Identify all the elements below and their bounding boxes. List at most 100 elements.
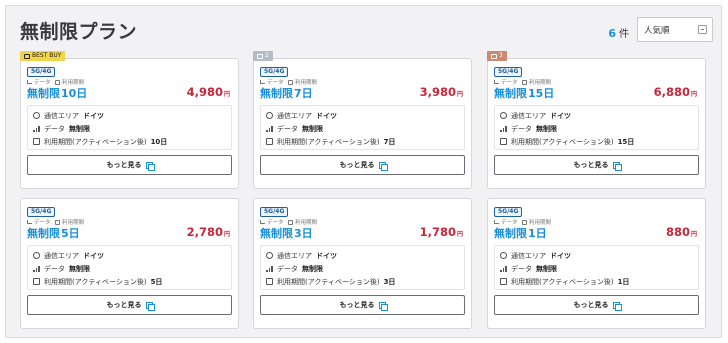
data-row-label: データ bbox=[511, 124, 532, 133]
signal-icon bbox=[33, 125, 40, 132]
data-row-value: 無制限 bbox=[302, 124, 323, 133]
calendar-icon bbox=[266, 138, 273, 145]
data-row: データ 無制限 bbox=[500, 122, 693, 135]
area-row: 通信エリア ドイツ bbox=[500, 109, 693, 122]
area-label: 通信エリア bbox=[277, 251, 312, 260]
copy-icon bbox=[378, 301, 388, 311]
data-icon bbox=[260, 220, 265, 224]
calendar-icon bbox=[522, 219, 527, 225]
plan-card[interactable]: 2 5G/4G データ 利用期間 無制限 7日 3,980円 通信エリア ドイツ … bbox=[253, 51, 472, 189]
rank-badge: BEST BUY bbox=[20, 51, 66, 61]
data-icon bbox=[27, 220, 32, 224]
more-button-label: もっと見る bbox=[573, 161, 609, 169]
plan-card[interactable]: BEST BUY 5G/4G データ 利用期間 無制限 10日 4,980円 通… bbox=[20, 51, 239, 189]
period-row-value: 10日 bbox=[150, 137, 168, 146]
data-row: データ 無制限 bbox=[500, 262, 693, 275]
network-badge: 5G/4G bbox=[27, 67, 56, 77]
plan-card[interactable]: 5G/4G データ 利用期間 無制限 1日 880円 通信エリア ドイツ データ無… bbox=[487, 198, 706, 329]
period-row-label: 利用期間(アクティベーション後) bbox=[277, 137, 380, 146]
data-row-value: 無制限 bbox=[302, 264, 323, 273]
calendar-icon bbox=[500, 278, 507, 285]
period-row: 利用期間(アクティベーション後) 10日 bbox=[33, 135, 226, 148]
more-button-label: もっと見る bbox=[339, 301, 375, 309]
plan-details: 通信エリア ドイツ データ 無制限 利用期間(アクティベーション後) 10日 bbox=[27, 105, 232, 150]
price-value: 2,780 bbox=[186, 225, 223, 239]
copy-icon bbox=[612, 161, 622, 171]
dropdown-icon bbox=[698, 25, 707, 34]
data-icon bbox=[494, 80, 499, 84]
area-label: 通信エリア bbox=[511, 111, 546, 120]
more-button[interactable]: もっと見る bbox=[260, 295, 465, 315]
more-button[interactable]: もっと見る bbox=[27, 295, 232, 315]
period-row-label: 利用期間(アクティベーション後) bbox=[511, 137, 614, 146]
sort-select[interactable]: 人気順 bbox=[637, 17, 713, 42]
calendar-icon bbox=[55, 219, 60, 225]
calendar-icon bbox=[33, 138, 40, 145]
price: 1,780円 bbox=[420, 225, 463, 239]
price-unit: 円 bbox=[456, 91, 463, 98]
result-count-suffix: 件 bbox=[619, 29, 629, 40]
more-button[interactable]: もっと見る bbox=[494, 155, 699, 175]
area-row: 通信エリア ドイツ bbox=[33, 109, 226, 122]
plan-card[interactable]: 3 5G/4G データ 利用期間 無制限 15日 6,880円 通信エリア ドイツ… bbox=[487, 51, 706, 189]
period-row-label: 利用期間(アクティベーション後) bbox=[44, 137, 147, 146]
network-badge: 5G/4G bbox=[260, 207, 289, 217]
data-amount: 無制限 bbox=[260, 227, 293, 240]
data-icon bbox=[494, 220, 499, 224]
data-row: データ 無制限 bbox=[33, 262, 226, 275]
calendar-icon bbox=[33, 278, 40, 285]
plan-details: 通信エリア ドイツ データ 無制限 利用期間(アクティベーション後) 1日 bbox=[494, 245, 699, 290]
plan-details: 通信エリア ドイツ データ 無制限 利用期間(アクティベーション後) 5日 bbox=[27, 245, 232, 290]
copy-icon bbox=[378, 161, 388, 171]
data-row-label: データ bbox=[277, 264, 298, 273]
plan-details: 通信エリア ドイツ データ 無制限 利用期間(アクティベーション後) 3日 bbox=[260, 245, 465, 290]
data-row-label: データ bbox=[277, 124, 298, 133]
more-button[interactable]: もっと見る bbox=[27, 155, 232, 175]
price-value: 6,880 bbox=[653, 85, 690, 99]
price: 880円 bbox=[666, 225, 697, 239]
calendar-icon bbox=[288, 219, 293, 225]
data-amount: 無制限 bbox=[494, 227, 527, 240]
network-badge: 5G/4G bbox=[27, 207, 56, 217]
price: 2,780円 bbox=[187, 225, 230, 239]
rank-icon bbox=[491, 53, 497, 59]
area-row: 通信エリア ドイツ bbox=[500, 249, 693, 262]
data-amount: 無制限 bbox=[260, 87, 293, 100]
plan-card[interactable]: 5G/4G データ 利用期間 無制限 3日 1,780円 通信エリア ドイツ デー… bbox=[253, 198, 472, 329]
signal-icon bbox=[500, 125, 507, 132]
area-value: ドイツ bbox=[83, 111, 104, 120]
area-label: 通信エリア bbox=[44, 251, 79, 260]
calendar-icon bbox=[55, 79, 60, 85]
plan-card[interactable]: 5G/4G データ 利用期間 無制限 5日 2,780円 通信エリア ドイツ デー… bbox=[20, 198, 239, 329]
period-row: 利用期間(アクティベーション後) 15日 bbox=[500, 135, 693, 148]
copy-icon bbox=[145, 301, 155, 311]
price: 4,980円 bbox=[187, 85, 230, 99]
data-row-value: 無制限 bbox=[536, 124, 557, 133]
price-value: 3,980 bbox=[419, 85, 456, 99]
data-row-label: データ bbox=[44, 124, 65, 133]
data-row-label: データ bbox=[44, 264, 65, 273]
rank-badge-label: 3 bbox=[499, 52, 503, 59]
more-button[interactable]: もっと見る bbox=[494, 295, 699, 315]
price-value: 4,980 bbox=[186, 85, 223, 99]
area-value: ドイツ bbox=[83, 251, 104, 260]
data-row-value: 無制限 bbox=[69, 264, 90, 273]
crown-icon bbox=[24, 53, 30, 59]
period-row: 利用期間(アクティベーション後) 1日 bbox=[500, 275, 693, 288]
data-row-value: 無制限 bbox=[536, 264, 557, 273]
price-unit: 円 bbox=[223, 231, 230, 238]
copy-icon bbox=[612, 301, 622, 311]
more-button[interactable]: もっと見る bbox=[260, 155, 465, 175]
calendar-icon bbox=[522, 79, 527, 85]
data-amount: 無制限 bbox=[27, 227, 60, 240]
area-value: ドイツ bbox=[316, 251, 337, 260]
period-row-value: 3日 bbox=[383, 277, 396, 286]
price-unit: 円 bbox=[456, 231, 463, 238]
area-row: 通信エリア ドイツ bbox=[266, 249, 459, 262]
signal-icon bbox=[33, 265, 40, 272]
period-days: 1日 bbox=[528, 227, 547, 240]
calendar-icon bbox=[266, 278, 273, 285]
period-row-label: 利用期間(アクティベーション後) bbox=[44, 277, 147, 286]
period-days: 7日 bbox=[294, 87, 313, 100]
data-row: データ 無制限 bbox=[266, 122, 459, 135]
